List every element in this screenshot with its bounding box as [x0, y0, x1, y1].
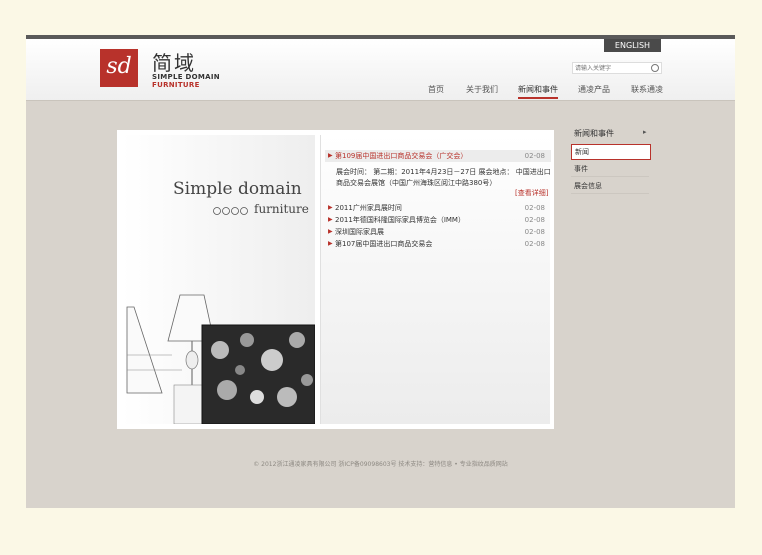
logo-english-line2: FURNITURE: [152, 81, 200, 89]
sidebar-title[interactable]: 新闻和事件: [574, 128, 614, 139]
news-item-date: 02-08: [524, 204, 545, 212]
english-button[interactable]: ENGLISH: [604, 39, 661, 52]
sidebar-item-exhibitions[interactable]: 展会信息: [571, 179, 649, 194]
logo-icon[interactable]: sd: [100, 49, 138, 87]
bullet-icon: ▶: [328, 240, 333, 247]
sidebar-item-events[interactable]: 事件: [571, 162, 649, 177]
bullet-icon: ▶: [328, 204, 333, 211]
news-item-title[interactable]: 2011年德国科隆国际家具博览会（IMM）: [335, 214, 465, 226]
featured-news-title[interactable]: 第109届中国进出口商品交易会（广交会）: [335, 150, 467, 162]
nav-news-events[interactable]: 新闻和事件: [518, 84, 558, 99]
sidebar-item-news[interactable]: 新闻: [571, 144, 651, 160]
furniture-illustration: [126, 294, 315, 424]
news-item-date: 02-08: [524, 228, 545, 236]
bullet-icon: ▶: [328, 216, 333, 223]
featured-news-date: 02-08: [524, 152, 545, 160]
featured-news-detail: 展会时间： 第二期：2011年4月23日－27日 展会地点： 中国进出口商品交易…: [336, 168, 551, 187]
news-item[interactable]: ▶ 2011广州家具展时间 02-08: [325, 202, 551, 214]
nav-contact[interactable]: 联系通凌: [631, 84, 663, 95]
logo-english-line1: SIMPLE DOMAIN: [152, 73, 220, 81]
bullet-icon: ▶: [328, 228, 333, 235]
nav-home[interactable]: 首页: [428, 84, 444, 95]
search-box: [572, 62, 662, 74]
search-input[interactable]: [575, 63, 645, 73]
news-item-date: 02-08: [524, 240, 545, 248]
site-container: ENGLISH sd 简域 SIMPLE DOMAIN FURNITURE 首页…: [26, 35, 735, 508]
chevron-right-icon: ▸: [643, 128, 647, 136]
logo-chinese-name: 简域: [152, 51, 196, 75]
header: ENGLISH sd 简域 SIMPLE DOMAIN FURNITURE 首页…: [26, 39, 735, 101]
news-item-title[interactable]: 第107届中国进出口商品交易会: [335, 238, 432, 250]
news-item[interactable]: ▶ 第107届中国进出口商品交易会 02-08: [325, 238, 551, 250]
news-item[interactable]: ▶ 2011年德国科隆国际家具博览会（IMM） 02-08: [325, 214, 551, 226]
footer-text: © 2012浙江通凌家具有限公司 浙ICP备09098603号 技术支持：营特信…: [253, 461, 508, 468]
hero-image: Simple domain furniture: [122, 135, 315, 424]
news-list: ▶ 第109届中国进出口商品交易会（广交会） 02-08 展会时间： 第二期：2…: [320, 135, 551, 424]
view-details-link[interactable]: [查看详细]: [515, 188, 548, 198]
featured-news-item[interactable]: ▶ 第109届中国进出口商品交易会（广交会） 02-08: [325, 150, 551, 162]
search-icon[interactable]: [651, 64, 659, 72]
content-panel: Simple domain furniture ▶ 第109届中国进出口商品交易…: [117, 130, 554, 429]
news-item-title[interactable]: 2011广州家具展时间: [335, 202, 402, 214]
nav-products[interactable]: 通凌产品: [578, 84, 610, 95]
news-item-title[interactable]: 深圳国际家具展: [335, 226, 384, 238]
news-item[interactable]: ▶ 深圳国际家具展 02-08: [325, 226, 551, 238]
news-item-date: 02-08: [524, 216, 545, 224]
bullet-icon: ▶: [328, 152, 333, 159]
nav-about[interactable]: 关于我们: [466, 84, 498, 95]
